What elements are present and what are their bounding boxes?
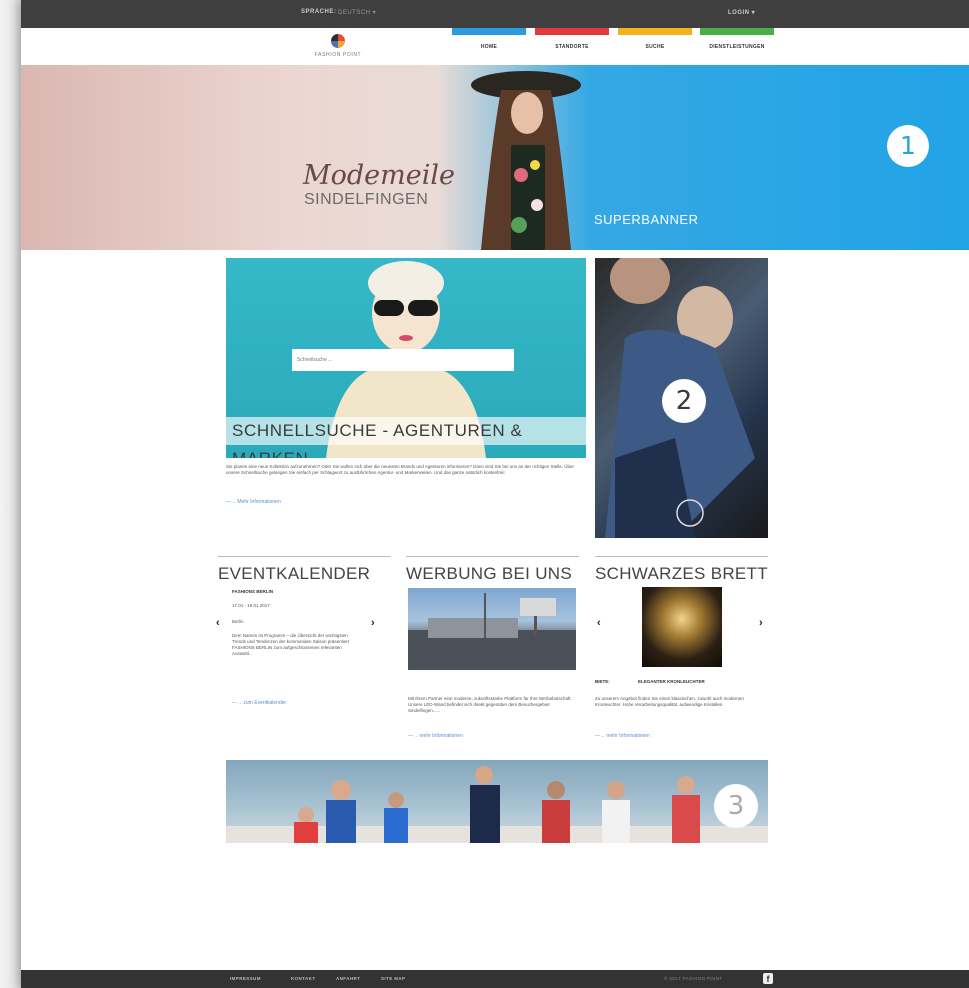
footer-copyright: © 2017 FASHION POINT: [664, 976, 723, 981]
logo[interactable]: FASHION POINT: [303, 34, 373, 62]
website-frame: SPRACHE: DEUTSCH ▾ LOGIN ▾ FASHION POINT…: [21, 0, 969, 988]
nav-suche-bar: [618, 28, 692, 35]
event-name: FASHIONS BERLIN: [232, 589, 274, 594]
building-illustration: [408, 593, 576, 670]
chandelier-photo: [642, 587, 722, 667]
nav-home-bar: [452, 28, 526, 35]
board-description: Zu unserem Angebot finden Sie einen klas…: [595, 696, 744, 707]
quick-search-intro: Sie planen eine neue Kollektion aufzuneh…: [226, 464, 574, 475]
board-prev-arrow-icon[interactable]: ‹: [597, 617, 601, 629]
banner-subtitle: SINDELFINGEN: [304, 191, 429, 208]
quick-search-panel: SCHNELLSUCHE - AGENTUREN & MARKEN: [226, 258, 586, 458]
event-prev-arrow-icon[interactable]: ‹: [216, 617, 220, 629]
section-divider: [406, 556, 579, 557]
board-next-arrow-icon[interactable]: ›: [759, 617, 763, 629]
dancers-photo: [226, 766, 768, 843]
logo-text: FASHION POINT: [314, 52, 362, 58]
advertising-more-link[interactable]: —→ mehr Informationen: [408, 733, 463, 739]
quick-search-input[interactable]: [292, 349, 514, 371]
nav-standorte-label: STANDORTE: [555, 44, 589, 50]
footer: IMPRESSUM KONTAKT ANFAHRT SITE MAP © 201…: [21, 970, 969, 988]
language-label: SPRACHE:: [301, 9, 337, 15]
event-calendar-section: EVENTKALENDER: [218, 556, 391, 584]
board-more-link[interactable]: —→ mehr Informationen: [595, 733, 650, 739]
login-menu[interactable]: LOGIN ▾: [728, 9, 755, 16]
advertising-photo: [408, 588, 576, 670]
header: FASHION POINT HOME STANDORTE SUCHE DIENS…: [21, 28, 969, 65]
facebook-icon[interactable]: f: [763, 973, 773, 984]
event-calendar-title: EVENTKALENDER: [218, 564, 371, 583]
advertising-title: WERBUNG BEI UNS: [406, 564, 573, 583]
nav-dienstleistungen-bar: [700, 28, 774, 35]
section-divider: [218, 556, 391, 557]
advertising-description: Mit Ihrem Partner eine moderne, zukunfts…: [408, 696, 572, 713]
bulletin-board-title: SCHWARZES BRETT: [595, 564, 768, 583]
logo-icon: [331, 34, 345, 48]
superbanner-label: SUPERBANNER: [594, 212, 699, 227]
footer-link-anfahrt[interactable]: ANFAHRT: [336, 976, 360, 981]
nav-suche[interactable]: SUCHE: [618, 28, 692, 65]
nav-standorte[interactable]: STANDORTE: [535, 28, 609, 65]
marker-2: 2: [662, 379, 706, 423]
bottom-banner-ad[interactable]: [226, 760, 768, 843]
nav-home-label: HOME: [480, 44, 498, 50]
quick-search-more-link[interactable]: —→ Mehr Informationen: [226, 499, 281, 505]
quick-search-title: SCHNELLSUCHE - AGENTUREN & MARKEN: [226, 417, 586, 458]
footer-link-impressum[interactable]: IMPRESSUM: [230, 976, 261, 981]
banner-script-title: Modemeile: [303, 160, 455, 191]
nav-dienstleistungen-label: DIENSTLEISTUNGEN: [709, 44, 765, 50]
model-photo: [471, 71, 581, 250]
event-date: 17.01 - 19.01.2017: [232, 603, 270, 608]
top-bar: SPRACHE: DEUTSCH ▾ LOGIN ▾: [21, 0, 969, 28]
nav-home[interactable]: HOME: [452, 28, 526, 65]
event-city: Berlin: [232, 619, 244, 624]
footer-link-kontakt[interactable]: KONTAKT: [291, 976, 315, 981]
section-divider: [595, 556, 768, 557]
marker-1: 1: [887, 125, 929, 167]
nav-standorte-bar: [535, 28, 609, 35]
event-next-arrow-icon[interactable]: ›: [371, 617, 375, 629]
event-calendar-link[interactable]: —→ zum Eventkalender: [232, 700, 286, 706]
marker-3: 3: [714, 784, 758, 828]
board-offer-title: ELEGANTER KRONLEUCHTER: [638, 679, 705, 684]
advertising-section: WERBUNG BEI UNS: [406, 556, 579, 584]
nav-dienstleistungen[interactable]: DIENSTLEISTUNGEN: [700, 28, 774, 65]
board-offer-label: BIETE:: [595, 679, 610, 684]
page-background: [0, 0, 21, 988]
event-description: Dem Namen ist Programm – die Übersicht d…: [232, 633, 350, 656]
bulletin-board-section: SCHWARZES BRETT: [595, 556, 768, 584]
superbanner[interactable]: Modemeile SINDELFINGEN SUPERBANNER: [21, 65, 969, 250]
footer-link-sitemap[interactable]: SITE MAP: [381, 976, 405, 981]
nav-suche-label: SUCHE: [645, 44, 665, 50]
language-select[interactable]: DEUTSCH ▾: [338, 9, 376, 16]
